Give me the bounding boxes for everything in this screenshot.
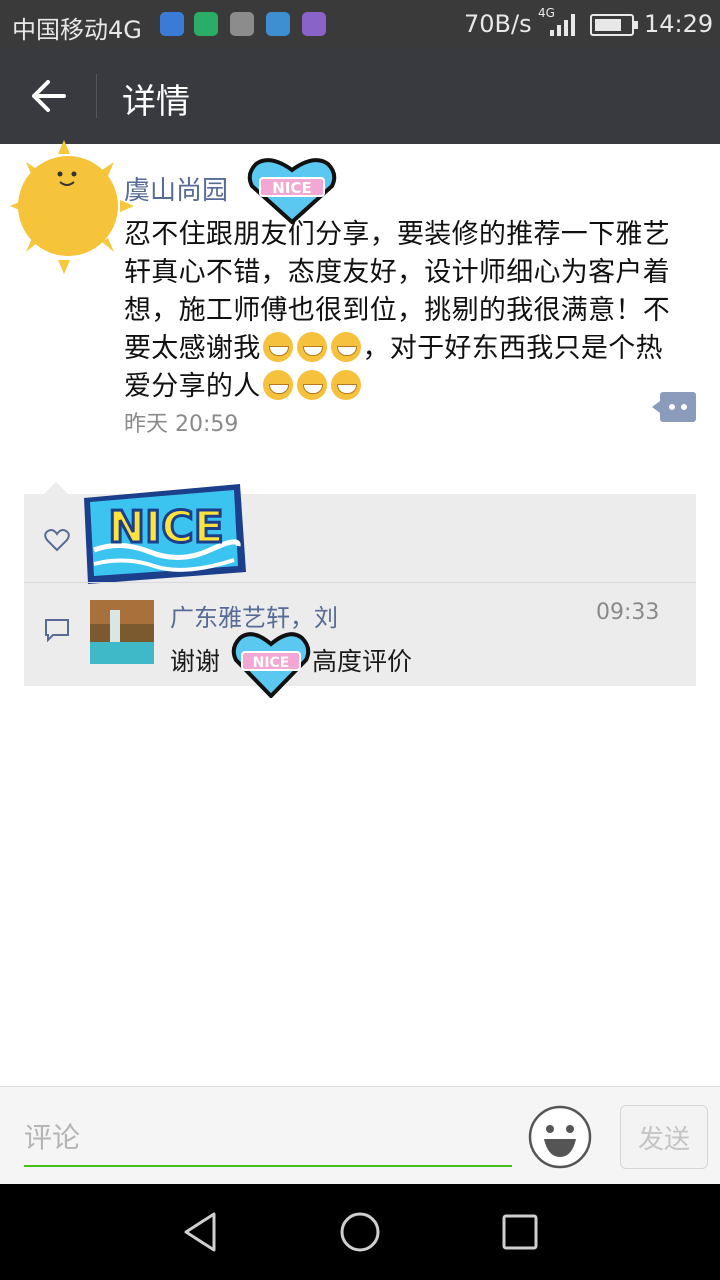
app-bar-divider (96, 74, 97, 118)
comment-text-before: 谢谢 (170, 647, 221, 676)
status-bar: 中国移动4G 70B/s 4G 14:29 (0, 0, 720, 48)
svg-text:NICE: NICE (108, 502, 224, 553)
comment-input[interactable] (24, 1109, 512, 1167)
wechat-notification-icon (194, 12, 218, 36)
comment-bubble-icon (45, 619, 69, 642)
smirk-emoji-icon (330, 332, 361, 362)
signal-icon (550, 14, 575, 36)
comment-text[interactable]: 谢谢 高度评价 (170, 642, 412, 678)
comment-input-bar: 发送 (0, 1086, 720, 1184)
comment-more-icon[interactable] (652, 392, 696, 422)
carrier-label: 中国移动4G (12, 16, 142, 44)
comment-text-after: 高度评价 (312, 647, 413, 676)
avatar[interactable] (10, 140, 134, 274)
grin-emoji-icon (296, 370, 327, 400)
photo-notification-icon (302, 12, 326, 36)
post-author[interactable]: 虞山尚园 (124, 170, 228, 207)
grin-emoji-icon (330, 370, 361, 400)
app-bar: 详情 (0, 48, 720, 144)
panel-caret (44, 482, 68, 494)
clock: 14:29 (644, 10, 714, 38)
svg-text:NICE: NICE (272, 179, 311, 197)
post-timestamp: 昨天 20:59 (124, 412, 239, 437)
browser-notification-icon (266, 12, 290, 36)
network-speed: 70B/s (464, 10, 532, 38)
gallery-notification-icon (230, 12, 254, 36)
nice-heart-sticker: NICE (231, 632, 311, 698)
commenter-avatar[interactable] (90, 600, 154, 664)
recents-square-icon[interactable] (498, 1210, 542, 1254)
commenter-name[interactable]: 广东雅艺轩，刘 (170, 598, 338, 633)
home-circle-icon[interactable] (338, 1210, 382, 1254)
smirk-emoji-icon (262, 332, 293, 362)
nice-heart-sticker: NICE (247, 158, 337, 224)
heart-outline-icon (44, 529, 70, 552)
grin-emoji-icon (262, 370, 293, 400)
battery-icon (590, 14, 638, 36)
post-text: 忍不住跟朋友们分享，要装修的推荐一下雅艺轩真心不错，态度友好，设计师细心为客户着… (124, 216, 690, 406)
comment-time: 09:33 (596, 600, 660, 625)
arrow-left-icon[interactable] (24, 72, 74, 120)
send-button[interactable]: 发送 (620, 1105, 708, 1169)
smiley-icon[interactable] (528, 1105, 592, 1169)
svg-text:NICE: NICE (253, 655, 290, 671)
likes-row: NICE (24, 484, 696, 584)
system-nav-bar (0, 1184, 720, 1280)
interactions-panel: NICE 广东雅艺轩，刘 09:33 谢谢 高度评价 NICE (24, 482, 696, 698)
smirk-emoji-icon (296, 332, 327, 362)
page-title: 详情 (122, 82, 190, 122)
shield-notification-icon (160, 12, 184, 36)
panel-divider (24, 582, 696, 583)
back-triangle-icon[interactable] (178, 1210, 222, 1254)
nice-sticker[interactable]: NICE (80, 480, 248, 590)
